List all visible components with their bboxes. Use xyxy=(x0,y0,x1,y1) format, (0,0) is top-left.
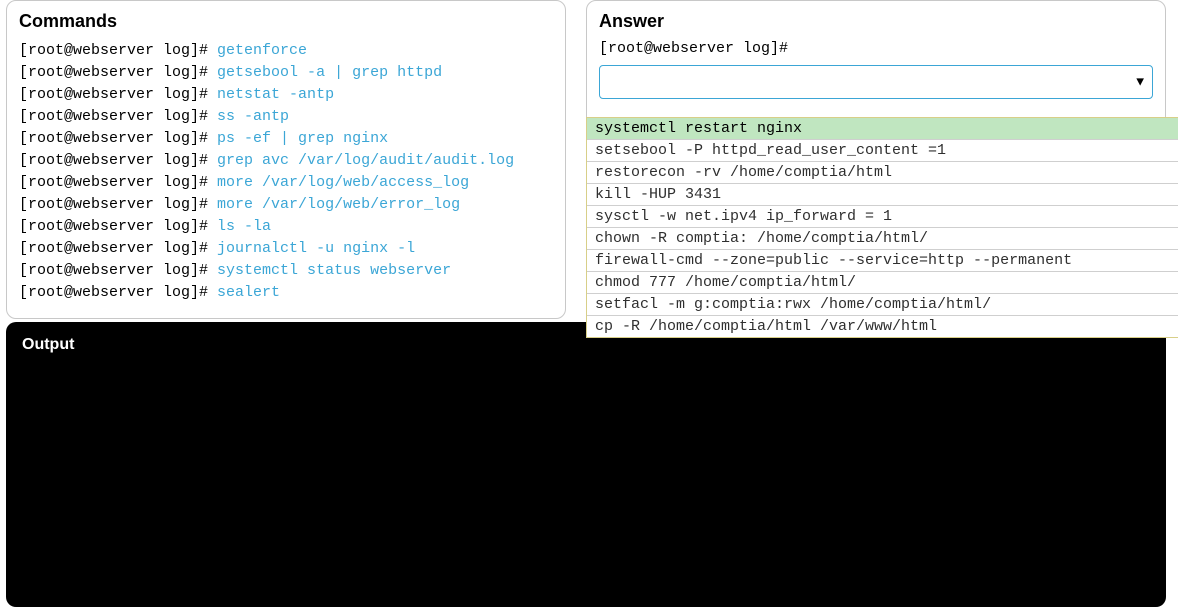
command-link[interactable]: netstat -antp xyxy=(217,86,334,103)
command-link[interactable]: ps -ef | grep nginx xyxy=(217,130,388,147)
command-prompt: [root@webserver log]# xyxy=(19,42,217,59)
command-prompt: [root@webserver log]# xyxy=(19,174,217,191)
command-prompt: [root@webserver log]# xyxy=(19,64,217,81)
dropdown-option[interactable]: chown -R comptia: /home/comptia/html/ xyxy=(587,228,1178,250)
commands-list: [root@webserver log]# getenforce[root@we… xyxy=(19,40,553,304)
answer-panel: Answer [root@webserver log]# ▼ systemctl… xyxy=(586,0,1166,319)
output-panel: Output xyxy=(6,322,1166,607)
command-line: [root@webserver log]# ss -antp xyxy=(19,106,553,128)
command-prompt: [root@webserver log]# xyxy=(19,240,217,257)
answer-select[interactable]: ▼ xyxy=(599,65,1153,99)
dropdown-option[interactable]: chmod 777 /home/comptia/html/ xyxy=(587,272,1178,294)
command-link[interactable]: systemctl status webserver xyxy=(217,262,451,279)
command-prompt: [root@webserver log]# xyxy=(19,262,217,279)
command-link[interactable]: grep avc /var/log/audit/audit.log xyxy=(217,152,514,169)
command-prompt: [root@webserver log]# xyxy=(19,284,217,301)
command-line: [root@webserver log]# more /var/log/web/… xyxy=(19,172,553,194)
command-link[interactable]: journalctl -u nginx -l xyxy=(217,240,415,257)
command-line: [root@webserver log]# getsebool -a | gre… xyxy=(19,62,553,84)
command-link[interactable]: ss -antp xyxy=(217,108,289,125)
command-link[interactable]: getsebool -a | grep httpd xyxy=(217,64,442,81)
command-line: [root@webserver log]# ls -la xyxy=(19,216,553,238)
command-prompt: [root@webserver log]# xyxy=(19,218,217,235)
dropdown-option[interactable]: kill -HUP 3431 xyxy=(587,184,1178,206)
commands-title: Commands xyxy=(19,11,553,32)
command-prompt: [root@webserver log]# xyxy=(19,130,217,147)
chevron-down-icon: ▼ xyxy=(1136,75,1144,90)
command-link[interactable]: more /var/log/web/access_log xyxy=(217,174,469,191)
command-prompt: [root@webserver log]# xyxy=(19,152,217,169)
commands-panel: Commands [root@webserver log]# getenforc… xyxy=(6,0,566,319)
dropdown-option[interactable]: setsebool -P httpd_read_user_content =1 xyxy=(587,140,1178,162)
dropdown-option[interactable]: firewall-cmd --zone=public --service=htt… xyxy=(587,250,1178,272)
dropdown-option[interactable]: systemctl restart nginx xyxy=(587,118,1178,140)
command-line: [root@webserver log]# sealert xyxy=(19,282,553,304)
output-title: Output xyxy=(22,336,1150,354)
dropdown-option[interactable]: cp -R /home/comptia/html /var/www/html xyxy=(587,316,1178,337)
command-line: [root@webserver log]# journalctl -u ngin… xyxy=(19,238,553,260)
command-line: [root@webserver log]# ps -ef | grep ngin… xyxy=(19,128,553,150)
dropdown-option[interactable]: setfacl -m g:comptia:rwx /home/comptia/h… xyxy=(587,294,1178,316)
command-link[interactable]: more /var/log/web/error_log xyxy=(217,196,460,213)
command-prompt: [root@webserver log]# xyxy=(19,196,217,213)
command-line: [root@webserver log]# getenforce xyxy=(19,40,553,62)
answer-title: Answer xyxy=(599,11,1153,32)
answer-prompt: [root@webserver log]# xyxy=(599,40,1153,57)
command-line: [root@webserver log]# more /var/log/web/… xyxy=(19,194,553,216)
dropdown-option[interactable]: sysctl -w net.ipv4 ip_forward = 1 xyxy=(587,206,1178,228)
dropdown-option[interactable]: restorecon -rv /home/comptia/html xyxy=(587,162,1178,184)
command-line: [root@webserver log]# systemctl status w… xyxy=(19,260,553,282)
command-link[interactable]: getenforce xyxy=(217,42,307,59)
command-prompt: [root@webserver log]# xyxy=(19,86,217,103)
command-link[interactable]: ls -la xyxy=(217,218,271,235)
command-link[interactable]: sealert xyxy=(217,284,280,301)
command-prompt: [root@webserver log]# xyxy=(19,108,217,125)
command-line: [root@webserver log]# grep avc /var/log/… xyxy=(19,150,553,172)
answer-dropdown[interactable]: systemctl restart nginxsetsebool -P http… xyxy=(586,117,1178,338)
command-line: [root@webserver log]# netstat -antp xyxy=(19,84,553,106)
